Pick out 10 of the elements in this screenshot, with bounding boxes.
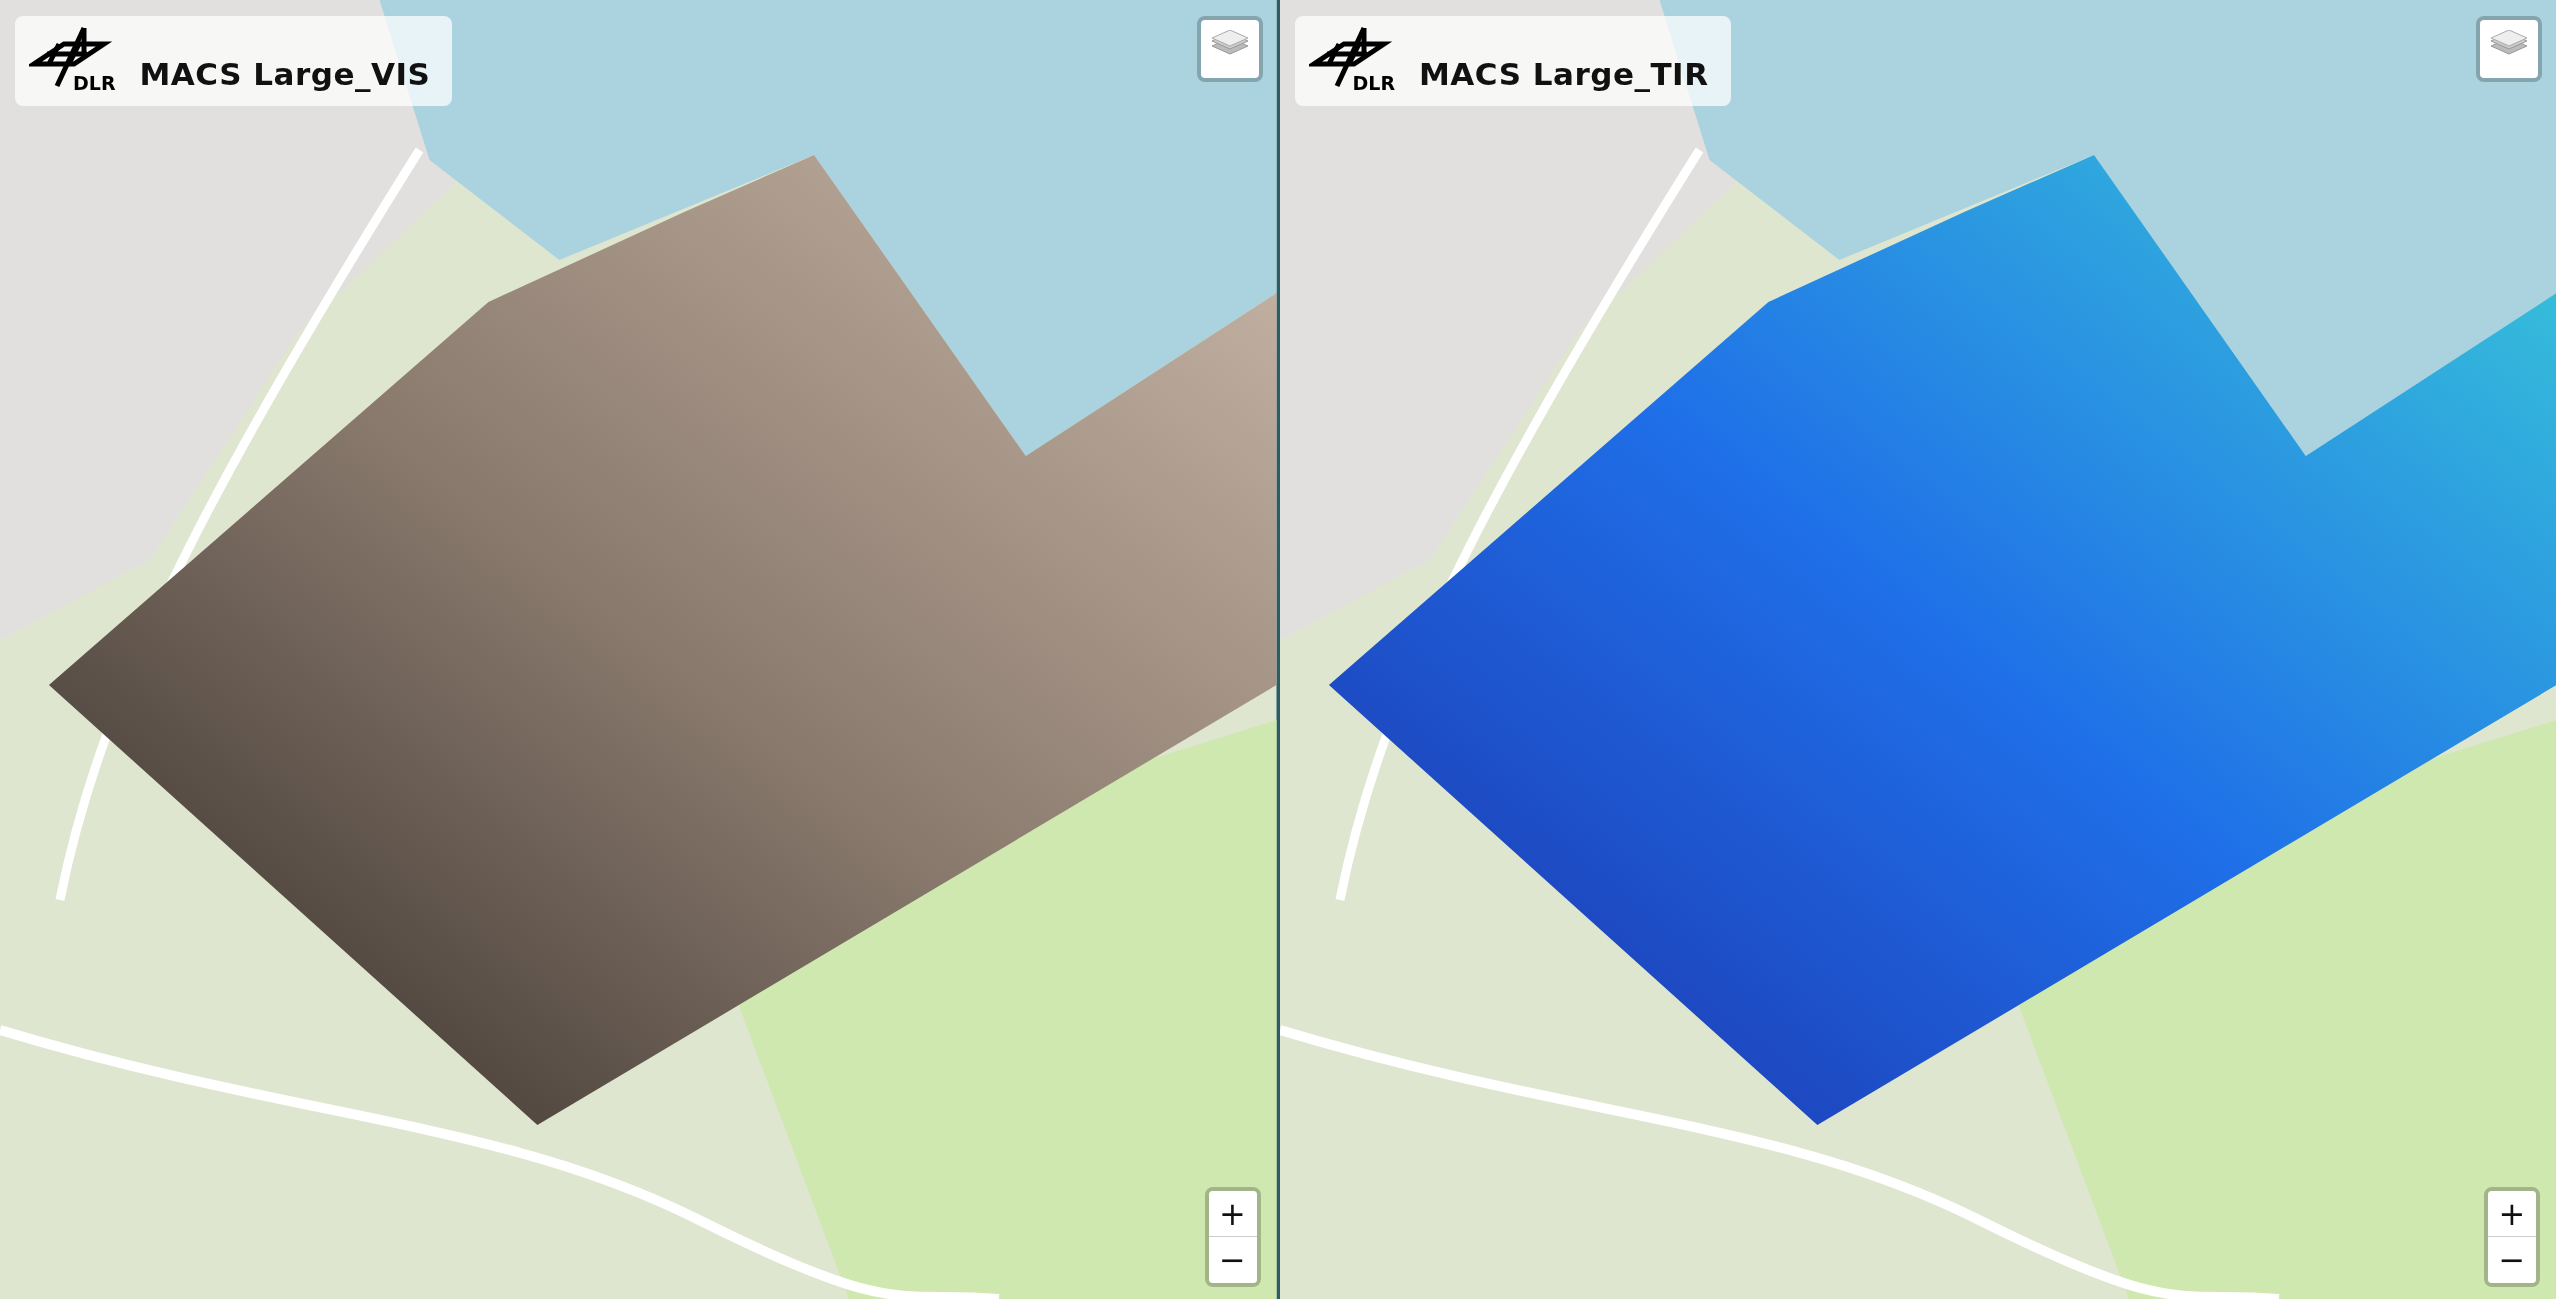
layers-button[interactable]	[2476, 16, 2542, 82]
zoom-out-button[interactable]: −	[1208, 1237, 1257, 1283]
logo-text: DLR	[1352, 72, 1395, 94]
layer-title: MACS Large_TIR	[1419, 56, 1709, 94]
zoom-in-button[interactable]: +	[2488, 1191, 2536, 1237]
zoom-out-button[interactable]: −	[2488, 1237, 2536, 1283]
logo-text: DLR	[73, 72, 116, 94]
layers-button[interactable]	[1196, 16, 1263, 82]
layer-title: MACS Large_VIS	[139, 56, 431, 94]
zoom-in-button[interactable]: +	[1208, 1191, 1257, 1237]
